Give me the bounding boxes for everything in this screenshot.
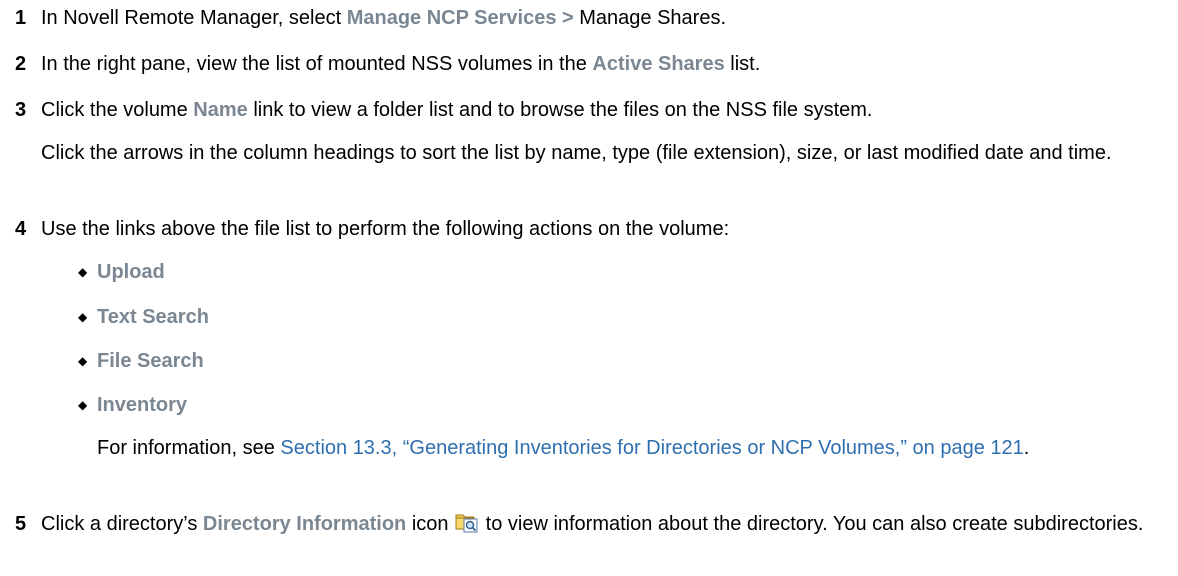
ui-label-active-shares[interactable]: Active Shares <box>592 53 724 75</box>
section-13-3-link[interactable]: Section 13.3, “Generating Inventories fo… <box>280 437 1023 459</box>
step-text: Click the volume Name link to view a fol… <box>41 99 873 121</box>
diamond-bullet-icon: ◆ <box>78 310 88 324</box>
step-number: 4 <box>15 218 27 240</box>
ui-label-manage-ncp-services[interactable]: Manage NCP Services > <box>347 7 574 29</box>
step-3-note: Click the arrows in the column headings … <box>41 142 1112 164</box>
step-text: In the right pane, view the list of moun… <box>41 53 761 75</box>
ui-label-text-search[interactable]: Text Search <box>97 301 209 333</box>
ui-label-name[interactable]: Name <box>193 99 247 121</box>
step-number: 2 <box>15 53 27 75</box>
ui-label-upload[interactable]: Upload <box>97 256 165 288</box>
step-number: 5 <box>15 513 27 535</box>
diamond-bullet-icon: ◆ <box>78 265 88 279</box>
ui-label-inventory[interactable]: Inventory <box>97 389 187 421</box>
ui-label-file-search[interactable]: File Search <box>97 345 204 377</box>
folder-magnifier-icon <box>455 510 479 534</box>
step-text: In Novell Remote Manager, select Manage … <box>41 7 727 29</box>
inventory-note: For information, see Section 13.3, “Gene… <box>97 437 1030 459</box>
ui-label-directory-information[interactable]: Directory Information <box>203 513 406 535</box>
step-text: Use the links above the file list to per… <box>41 218 730 240</box>
step-number: 3 <box>15 99 27 121</box>
diamond-bullet-icon: ◆ <box>78 354 88 368</box>
step-text: Click a directory’s Directory Informatio… <box>41 508 1158 540</box>
diamond-bullet-icon: ◆ <box>78 398 88 412</box>
step-number: 1 <box>15 7 27 29</box>
